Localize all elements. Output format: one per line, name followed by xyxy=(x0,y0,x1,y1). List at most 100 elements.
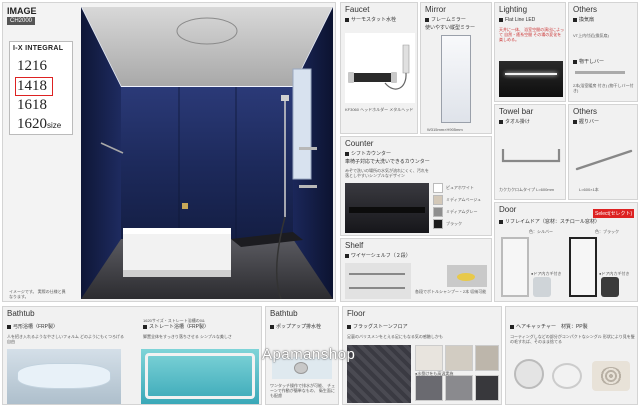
others-item: 換気扇 xyxy=(573,17,594,23)
counter-item-label: シフトカウンター xyxy=(351,151,392,157)
size-option[interactable]: 1620size xyxy=(17,116,61,133)
door-photo-black xyxy=(569,237,597,297)
door-item: リフレイムドア（窓材：スチロール窓材） xyxy=(499,219,600,225)
others-item-2-label: 物干しバー xyxy=(579,59,605,65)
floor-tile-swatch[interactable] xyxy=(475,345,499,371)
lighting-desc: 天井に一体、 浴室空間の演出によって 自然・癒系空間 その場の変化を楽しめる。 xyxy=(499,27,564,42)
bullet-square xyxy=(573,59,577,64)
color-name: ブラック xyxy=(446,221,462,226)
shower-head xyxy=(281,95,289,101)
shelf-note: 各段でボトルシャンプー・2本 収納可能 xyxy=(415,289,487,294)
lighting-item-label: Flat Line LED xyxy=(505,17,536,23)
floor-tile-swatch[interactable] xyxy=(445,375,473,401)
size-option-selected[interactable]: 1418 xyxy=(15,77,53,96)
faucet-photo xyxy=(345,33,415,103)
drain-item-label: ポップアップ排水栓 xyxy=(276,324,322,330)
bullet-square xyxy=(270,324,274,329)
bathtub-item-2-label: ストレート浴槽〈FRP製〉 xyxy=(149,324,210,330)
color-name: ピュアホワイト xyxy=(446,185,474,190)
size-suffix: size xyxy=(47,121,62,130)
lighting-title: Lighting xyxy=(499,5,528,14)
catcher-grid xyxy=(600,367,622,385)
back-wall xyxy=(121,87,293,239)
grab-bar xyxy=(575,149,633,171)
catcher-item-label: ヘアキャッチャー 材質：PP製 xyxy=(516,324,588,330)
others-note-2: 2本(浴室暖房 付き) (物干しバー付き) xyxy=(573,83,634,93)
drain-desc: ワンタッチ操作で排水が可能、 チェーンで作動が簡単なもの、 衛生面にも配慮 xyxy=(270,383,336,398)
bullet-square xyxy=(425,17,429,22)
bathtub-title: Bathtub xyxy=(270,309,298,318)
bathtub-rim xyxy=(123,228,231,234)
bullet-square xyxy=(499,17,503,22)
towel-bar-photo xyxy=(501,149,561,163)
others-note: L=600×1本 xyxy=(579,187,599,192)
floor-panel: Floor フラッグストーンフロア 足裏のバリスメンをとえる足にもなる気の感触し… xyxy=(342,306,502,405)
towel-title: Towel bar xyxy=(499,107,534,116)
floor-title: Floor xyxy=(347,309,366,318)
mirror-item-label: フレームミラー xyxy=(431,17,466,23)
size-option[interactable]: 1618 xyxy=(17,97,47,114)
bathtub-photo-2 xyxy=(141,349,259,404)
others-item-2: 物干しバー xyxy=(573,59,604,65)
lighting-photo xyxy=(499,61,563,97)
color-name: ミディアムグレー xyxy=(446,209,478,214)
floor-caption: ●水捌けをも高温実施 xyxy=(415,371,454,376)
bathtub-item-1: 弓形浴槽〈FRP製〉 xyxy=(7,324,58,330)
door-option-black[interactable]: 色：ブラック xyxy=(595,229,619,234)
door-photo-silver xyxy=(501,237,529,297)
shelf-bar xyxy=(349,287,405,289)
door-item-label: リフレイムドア（窓材：スチロール窓材） xyxy=(505,219,600,225)
bullet-square xyxy=(345,253,349,258)
catcher-photo-3 xyxy=(592,361,630,391)
shelf-item-bottle xyxy=(457,273,475,281)
drain-item: ポップアップ排水栓 xyxy=(270,324,321,330)
color-name: ミディアムベージュ xyxy=(446,197,482,202)
door-option-silver[interactable]: 色：シルバー xyxy=(529,229,553,234)
bathtub-item-1-label: 弓形浴槽〈FRP製〉 xyxy=(13,324,59,330)
bathroom-photo xyxy=(81,7,333,299)
mirror-panel: Mirror フレームミラー 使いやすい縦型ミラー W315mm×H905mm xyxy=(420,2,492,134)
floor-desc: 足裏のバリスメンをとえる足にもなる気の感触しかも xyxy=(347,334,443,339)
bullet-square xyxy=(499,119,503,124)
floor-tile-swatch[interactable] xyxy=(475,375,499,401)
door-panel: Door Select(セレクト) リフレイムドア（窓材：スチロール窓材） 色：… xyxy=(494,202,638,302)
tub-water xyxy=(17,363,111,389)
faucet-title: Faucet xyxy=(345,5,370,14)
door-handle-photo xyxy=(533,277,551,297)
model-badge: CH2000 xyxy=(7,17,36,25)
bullet-square xyxy=(7,324,11,329)
door-title: Door xyxy=(499,205,517,214)
wire-shelf xyxy=(299,147,317,150)
mirror-desc: 使いやすい縦型ミラー xyxy=(425,25,476,31)
floor-tile-swatch[interactable] xyxy=(445,345,473,371)
color-swatch[interactable] xyxy=(433,183,443,193)
floor-item: フラッグストーンフロア xyxy=(347,324,408,330)
counter-item: シフトカウンター xyxy=(345,151,391,157)
bullet-square xyxy=(345,17,349,22)
counter-body: みぞで洗いの場所の水気が流れにくく、汚れを落としやすいシンプルなデザイン xyxy=(345,168,429,178)
others-item: 握りバー xyxy=(573,119,599,125)
catcher-photo xyxy=(514,359,544,389)
faucet-item-label: サーモスタット水栓 xyxy=(351,17,397,23)
floor-tile-swatch[interactable] xyxy=(415,345,443,371)
bullet-square xyxy=(499,219,503,224)
drain-cap xyxy=(294,362,308,374)
door-handle-photo xyxy=(601,277,619,297)
color-swatch[interactable] xyxy=(433,195,443,205)
others-panel-2: Others 握りバー L=600×1本 xyxy=(568,104,638,200)
lighting-panel: Lighting Flat Line LED 天井に一体、 浴室空間の演出によっ… xyxy=(494,2,566,102)
bar-photo xyxy=(575,71,625,74)
floor-tile-swatch[interactable] xyxy=(415,375,443,401)
color-swatch[interactable] xyxy=(433,207,443,217)
counter-top xyxy=(349,207,425,213)
catcher-item: ヘアキャッチャー 材質：PP製 xyxy=(510,324,588,330)
color-swatch[interactable] xyxy=(433,219,443,229)
counter-photo xyxy=(345,183,429,233)
mirror-item: フレームミラー xyxy=(425,17,466,23)
size-option[interactable]: 1216 xyxy=(17,58,47,75)
towel-panel: Towel bar タオル掛け カクカクロムタイプ L=600mm xyxy=(494,104,566,200)
floor-photo xyxy=(347,345,411,403)
series-title: I-X INTEGRAL xyxy=(13,45,64,52)
others-title: Others xyxy=(573,5,598,14)
shelf-photo xyxy=(345,263,411,299)
